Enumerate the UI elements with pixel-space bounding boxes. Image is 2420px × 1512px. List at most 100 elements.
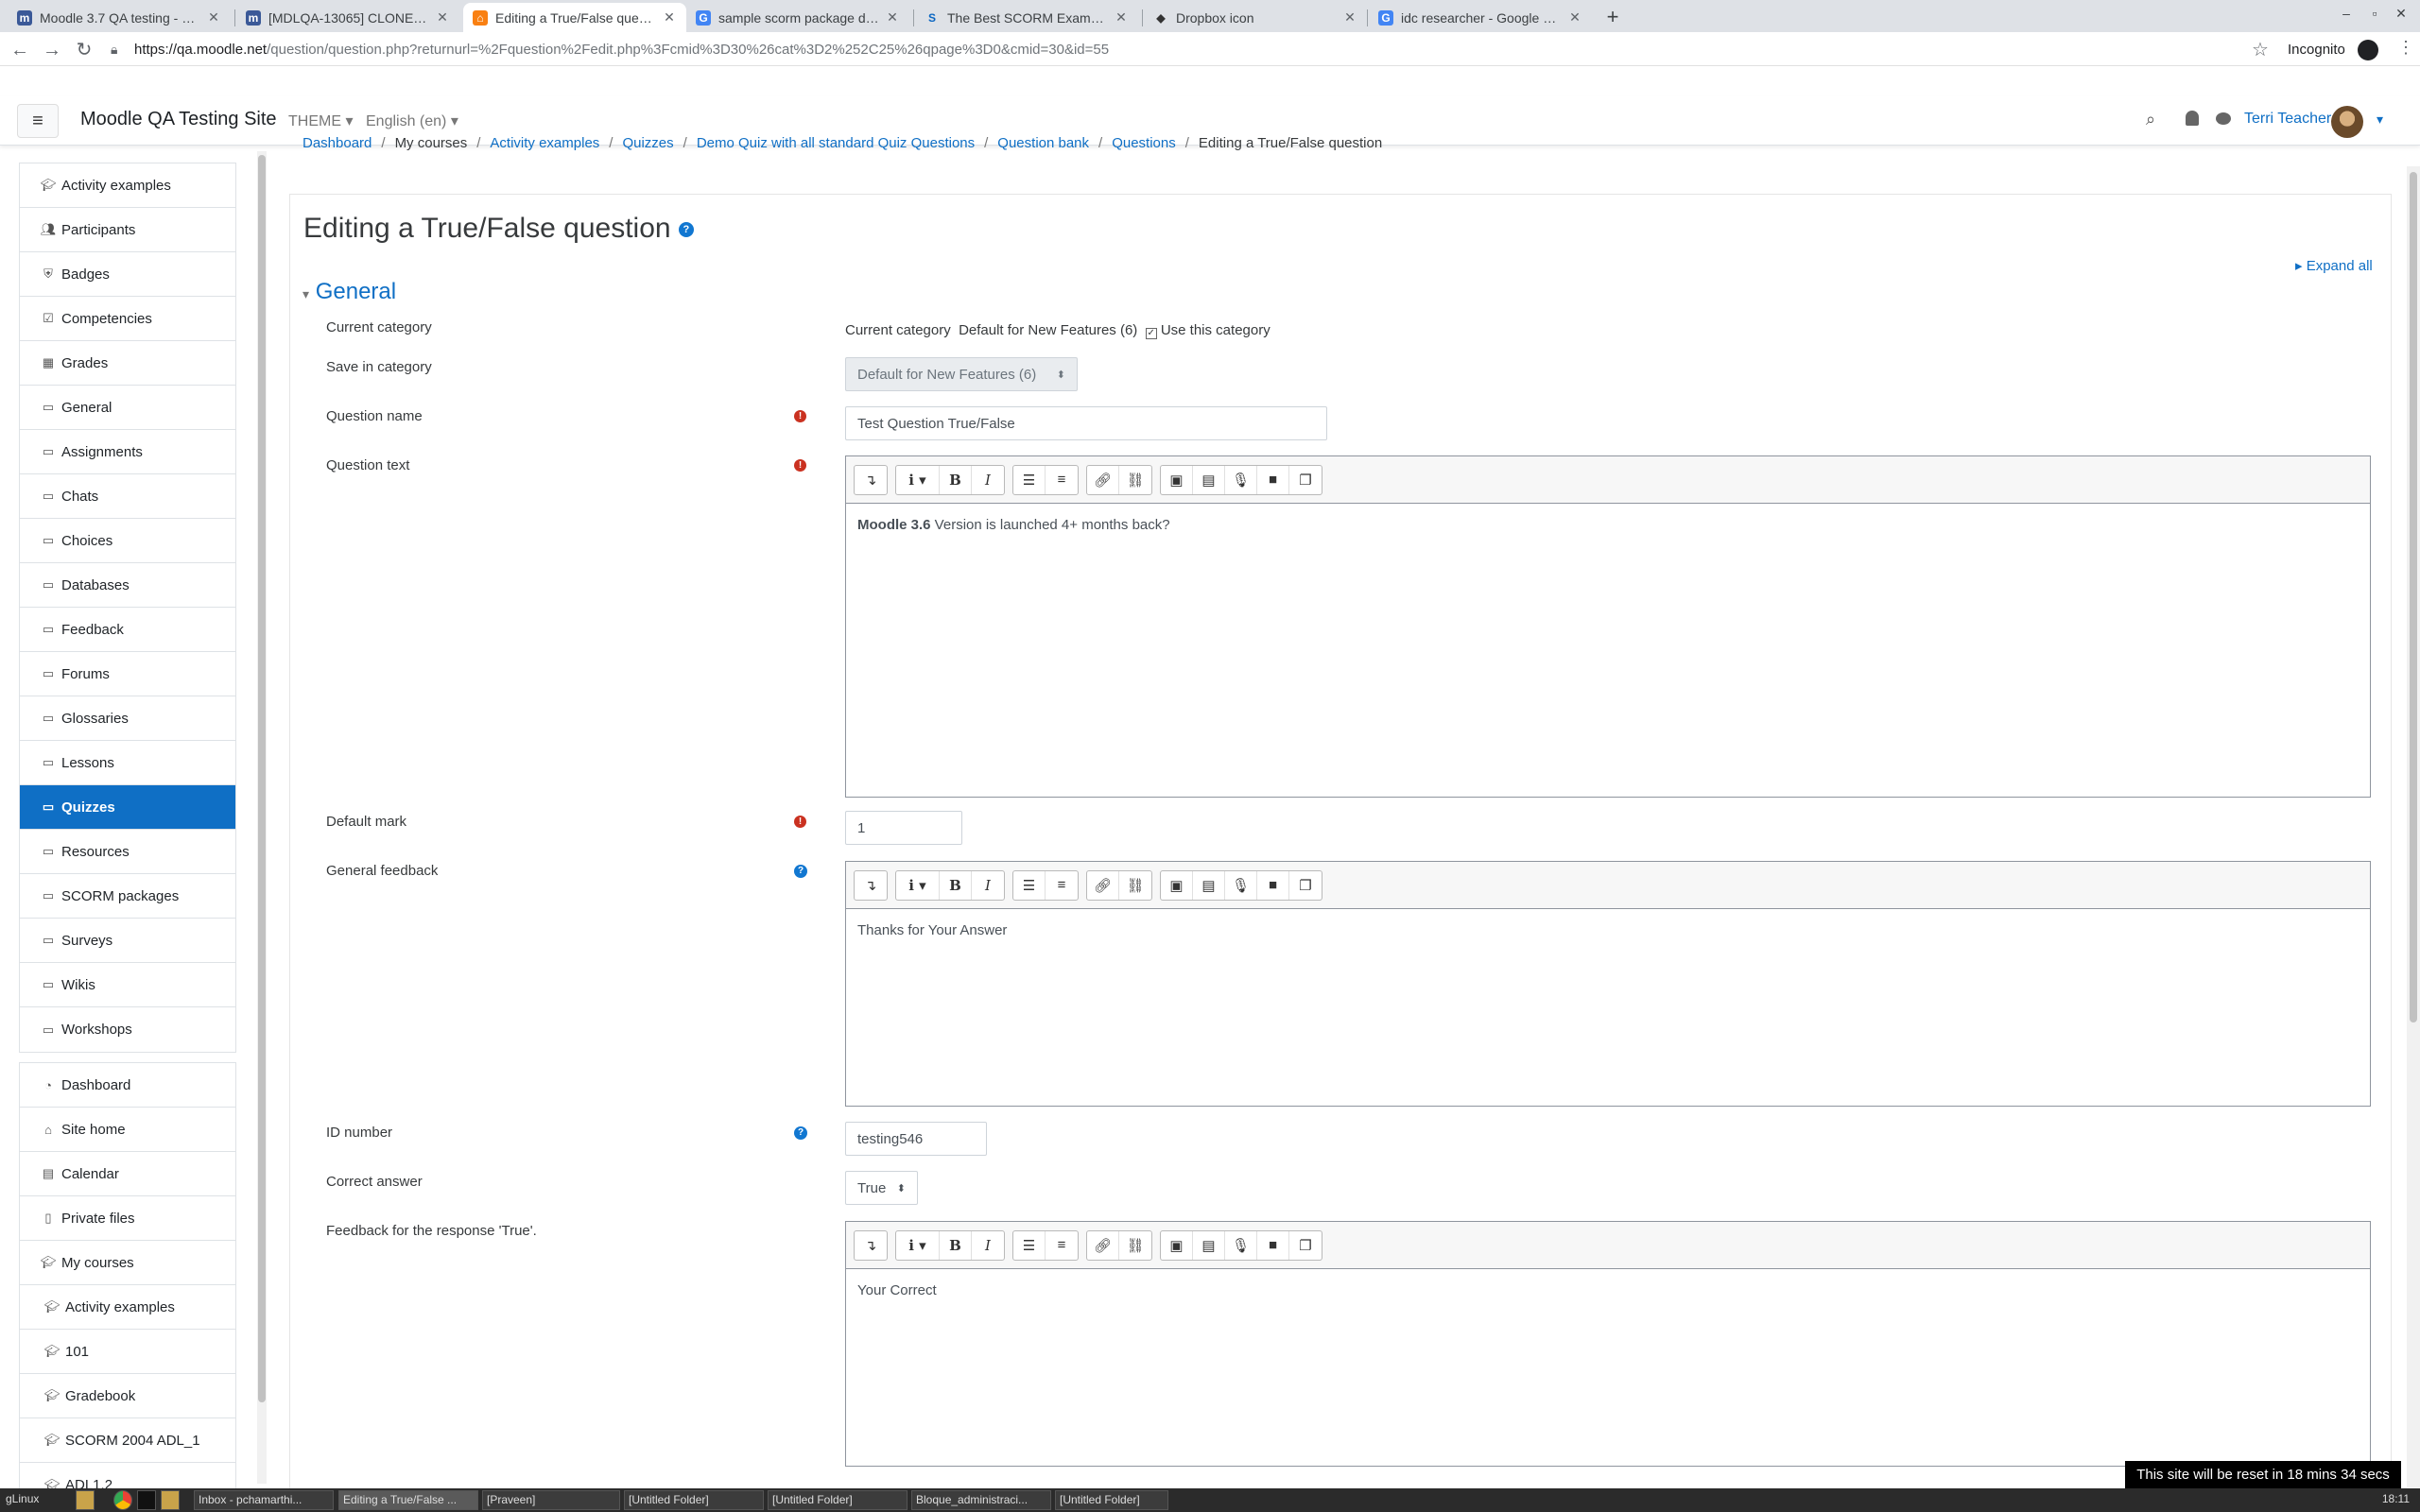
close-tab-icon[interactable]: ✕ [1567, 9, 1582, 26]
close-tab-icon[interactable]: ✕ [206, 9, 221, 26]
search-icon[interactable]: ⌕ [2146, 110, 2155, 129]
style-icon[interactable]: i ▾ [896, 465, 940, 494]
hamburger-menu-icon[interactable]: ≡ [17, 104, 59, 138]
sidebar-item-assignments[interactable]: ▭ Assignments [20, 430, 235, 474]
new-tab-button[interactable]: + [1599, 4, 1626, 30]
minimize-window-button[interactable]: – [2335, 6, 2358, 26]
media-icon[interactable]: ▤ [1193, 465, 1225, 494]
forward-icon[interactable]: → [40, 38, 64, 62]
media-icon[interactable]: ▤ [1193, 870, 1225, 900]
image-icon[interactable]: ▣ [1161, 1230, 1193, 1260]
help-icon[interactable]: ? [794, 865, 807, 878]
sidebar-item-forums[interactable]: ▭ Forums [20, 652, 235, 696]
unlink-icon[interactable]: ⛓ [1119, 466, 1151, 494]
sidebar-item-calendar[interactable]: ▤ Calendar [20, 1152, 235, 1196]
user-menu-name[interactable]: Terri Teacher [2244, 111, 2331, 128]
nav-drawer-scrollbar[interactable] [257, 151, 267, 1484]
maximize-window-button[interactable]: ▫ [2363, 6, 2386, 26]
close-tab-icon[interactable]: ✕ [1114, 9, 1129, 26]
default-mark-input[interactable]: 1 [845, 811, 962, 845]
manage-files-icon[interactable]: ❐ [1289, 871, 1322, 900]
sidebar-item-competencies[interactable]: ☑ Competencies [20, 297, 235, 341]
start-menu-button[interactable]: gLinux [2, 1490, 68, 1510]
taskbar-window-button[interactable]: [Praveen] [482, 1490, 620, 1510]
sidebar-item-badges[interactable]: ⛨ Badges [20, 252, 235, 297]
question-text-content[interactable]: Moodle 3.6 Version is launched 4+ months… [846, 504, 2370, 546]
back-icon[interactable]: ← [8, 38, 32, 62]
breadcrumb-item[interactable]: Dashboard [302, 135, 372, 151]
record-audio-icon[interactable]: 🎙︎ [1225, 870, 1257, 900]
user-menu-chevron-down-icon[interactable]: ▾ [2377, 112, 2383, 128]
unordered-list-icon[interactable]: ☰ [1013, 870, 1046, 900]
browser-tab[interactable]: Gsample scorm package down ✕ [686, 3, 909, 32]
taskbar-window-button[interactable]: Editing a True/False ... [338, 1490, 478, 1510]
browser-tab[interactable]: ◆ Dropbox icon ✕ [1144, 3, 1367, 32]
unlink-icon[interactable]: ⛓ [1119, 871, 1151, 900]
link-icon[interactable]: 🔗︎ [1087, 1230, 1119, 1260]
sidebar-item-scorm-2004-adl-1[interactable]: 🎓︎ SCORM 2004 ADL_1 [20, 1418, 235, 1463]
italic-icon[interactable]: I [972, 466, 1004, 494]
taskbar-window-button[interactable]: [Untitled Folder] [768, 1490, 908, 1510]
breadcrumb-item[interactable]: Quizzes [622, 135, 673, 151]
collapse-icon[interactable]: ↴ [855, 466, 887, 494]
bookmark-star-icon[interactable]: ☆ [2252, 38, 2269, 61]
folder-launcher-icon[interactable] [161, 1490, 180, 1510]
sidebar-item-grades[interactable]: ▦ Grades [20, 341, 235, 386]
breadcrumb-item[interactable]: My courses [395, 135, 468, 151]
browser-tab[interactable]: S The Best SCORM Examples: 5 ✕ [915, 3, 1138, 32]
sidebar-item-surveys[interactable]: ▭ Surveys [20, 919, 235, 963]
close-window-button[interactable]: ✕ [2390, 6, 2412, 26]
manage-files-icon[interactable]: ❐ [1289, 1231, 1322, 1260]
record-video-icon[interactable]: ■ [1257, 870, 1289, 900]
taskbar-window-button[interactable]: [Untitled Folder] [1055, 1490, 1168, 1510]
bold-icon[interactable]: B [940, 465, 972, 494]
browser-tab[interactable]: ⌂ Editing a True/False question ✕ [463, 3, 686, 32]
breadcrumb-item[interactable]: Demo Quiz with all standard Quiz Questio… [697, 135, 975, 151]
sidebar-item-dashboard[interactable]: ◔ Dashboard [20, 1063, 235, 1108]
breadcrumb-item[interactable]: Question bank [997, 135, 1089, 151]
save-in-category-select[interactable]: Default for New Features (6) ⬍ [845, 357, 1078, 391]
sidebar-item-activity-examples[interactable]: 🎓︎ Activity examples [20, 1285, 235, 1330]
sidebar-item-private-files[interactable]: ▯ Private files [20, 1196, 235, 1241]
use-this-category-checkbox[interactable]: ✓ [1145, 328, 1157, 339]
taskbar-window-button[interactable]: Bloque_administraci... [911, 1490, 1051, 1510]
ordered-list-icon[interactable]: ≡ [1046, 1231, 1078, 1260]
help-icon[interactable]: ? [794, 1126, 807, 1140]
sidebar-item-databases[interactable]: ▭ Databases [20, 563, 235, 608]
help-icon[interactable]: ? [678, 222, 694, 238]
bold-icon[interactable]: B [940, 870, 972, 900]
image-icon[interactable]: ▣ [1161, 870, 1193, 900]
chrome-menu-icon[interactable]: ⋮ [2397, 38, 2414, 58]
user-avatar[interactable] [2331, 106, 2363, 138]
files-launcher-icon[interactable] [76, 1490, 95, 1510]
record-video-icon[interactable]: ■ [1257, 465, 1289, 494]
messages-icon[interactable] [2216, 112, 2231, 125]
sidebar-item-101[interactable]: 🎓︎ 101 [20, 1330, 235, 1374]
sidebar-item-choices[interactable]: ▭ Choices [20, 519, 235, 563]
sidebar-item-my-courses[interactable]: 🎓︎ My courses [20, 1241, 235, 1285]
collapse-icon[interactable]: ↴ [855, 871, 887, 900]
collapse-icon[interactable]: ↴ [855, 1231, 887, 1260]
unlink-icon[interactable]: ⛓ [1119, 1231, 1151, 1260]
bold-icon[interactable]: B [940, 1230, 972, 1260]
id-number-input[interactable]: testing546 [845, 1122, 987, 1156]
incognito-icon[interactable] [2358, 40, 2378, 60]
sidebar-item-lessons[interactable]: ▭ Lessons [20, 741, 235, 785]
sidebar-item-activity-examples[interactable]: 🎓︎ Activity examples [20, 163, 235, 208]
terminal-launcher-icon[interactable] [137, 1490, 156, 1510]
section-general-header[interactable]: ▾ General [302, 279, 396, 305]
sidebar-item-participants[interactable]: 👥︎ Participants [20, 208, 235, 252]
italic-icon[interactable]: I [972, 871, 1004, 900]
style-icon[interactable]: i ▾ [896, 870, 940, 900]
style-icon[interactable]: i ▾ [896, 1230, 940, 1260]
browser-tab[interactable]: m [MDLQA-13065] CLONE - A te ✕ [236, 3, 459, 32]
breadcrumb-item[interactable]: Questions [1112, 135, 1176, 151]
close-tab-icon[interactable]: ✕ [1342, 9, 1357, 26]
sidebar-item-resources[interactable]: ▭ Resources [20, 830, 235, 874]
expand-all-link[interactable]: ▸ Expand all [2295, 257, 2373, 274]
correct-answer-select[interactable]: True ⬍ [845, 1171, 918, 1205]
address-bar[interactable]: https://qa.moodle.net/question/question.… [134, 38, 2280, 62]
sidebar-item-glossaries[interactable]: ▭ Glossaries [20, 696, 235, 741]
italic-icon[interactable]: I [972, 1231, 1004, 1260]
close-tab-icon[interactable]: ✕ [435, 9, 450, 26]
